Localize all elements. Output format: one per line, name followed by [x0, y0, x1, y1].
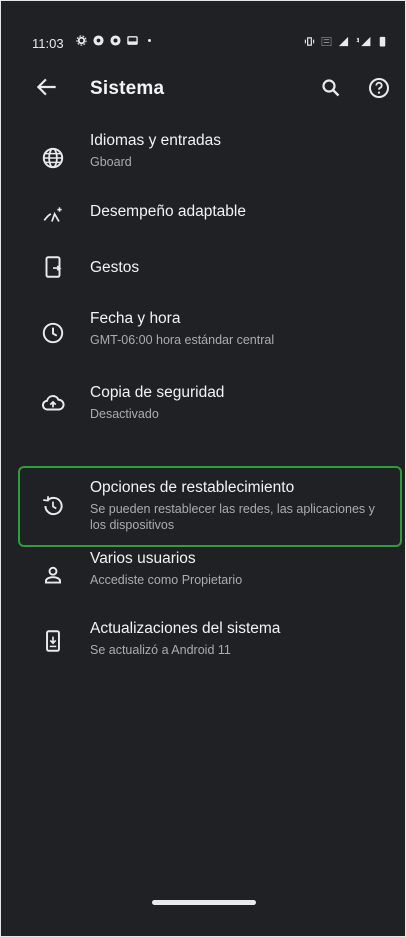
item-label: Gestos — [90, 259, 140, 276]
item-subtitle: GMT-06:00 hora estándar central — [90, 333, 275, 347]
globe-icon — [40, 145, 66, 171]
more-notifications-dot-icon — [148, 39, 151, 42]
adaptive-performance-icon — [40, 202, 66, 228]
item-label: Idiomas y entradas — [90, 132, 221, 149]
signal-icon — [338, 36, 349, 47]
list-item-desempeno[interactable]: Desempeño adaptable — [20, 188, 402, 240]
list-item-usuarios[interactable]: Varios usuarios Accediste como Propietar… — [20, 540, 402, 602]
cloud-upload-icon — [40, 390, 66, 416]
list-item-fecha[interactable]: Fecha y hora GMT-06:00 hora estándar cen… — [20, 298, 402, 360]
status-bar: 11:03 — [0, 0, 406, 51]
list-item-actualizaciones[interactable]: Actualizaciones del sistema Se actualizó… — [20, 610, 402, 672]
screenshot-notification-icon — [127, 36, 138, 45]
gesture-nav-handle[interactable] — [152, 900, 256, 905]
system-status-icons — [304, 36, 386, 47]
help-icon — [369, 78, 389, 98]
vibrate-icon — [304, 37, 315, 46]
list-item-idiomas[interactable]: Idiomas y entradas Gboard — [20, 128, 402, 186]
search-icon — [322, 79, 340, 97]
battery-icon — [379, 36, 386, 47]
system-update-icon — [40, 628, 66, 654]
item-subtitle: Accediste como Propietario — [90, 573, 243, 587]
phone-gesture-icon — [40, 254, 66, 280]
item-subtitle: Se pueden restablecer las redes, las apl… — [90, 502, 375, 532]
item-label: Opciones de restablecimiento — [90, 479, 295, 496]
status-time: 11:03 — [32, 36, 64, 51]
arrow-back-icon — [36, 78, 56, 96]
person-icon — [40, 562, 66, 588]
page-title: Sistema — [90, 78, 165, 99]
item-label: Varios usuarios — [90, 550, 196, 567]
item-label: Fecha y hora — [90, 310, 181, 327]
chrome-notification-icon — [110, 35, 121, 46]
signal-4g-icon — [356, 36, 371, 47]
back-button[interactable] — [34, 74, 60, 100]
volte-icon — [321, 37, 332, 46]
clock-icon — [40, 320, 66, 346]
item-subtitle: Se actualizó a Android 11 — [90, 643, 231, 657]
list-item-gestos[interactable]: Gestos — [20, 242, 402, 294]
app-bar: Sistema — [0, 60, 406, 116]
list-item-copia[interactable]: Copia de seguridad Desactivado — [20, 368, 402, 430]
notification-icons — [76, 35, 155, 46]
settings-notification-icon — [76, 35, 87, 46]
help-button[interactable] — [367, 76, 391, 100]
item-label: Actualizaciones del sistema — [90, 620, 281, 637]
history-icon — [40, 493, 66, 519]
item-subtitle: Gboard — [90, 155, 132, 169]
item-subtitle: Desactivado — [90, 407, 159, 421]
item-label: Desempeño adaptable — [90, 203, 246, 220]
search-button[interactable] — [319, 76, 343, 100]
list-item-restablecimiento[interactable]: Opciones de restablecimiento Se pueden r… — [18, 466, 402, 547]
item-label: Copia de seguridad — [90, 384, 225, 401]
app-notification-icon — [93, 35, 104, 46]
